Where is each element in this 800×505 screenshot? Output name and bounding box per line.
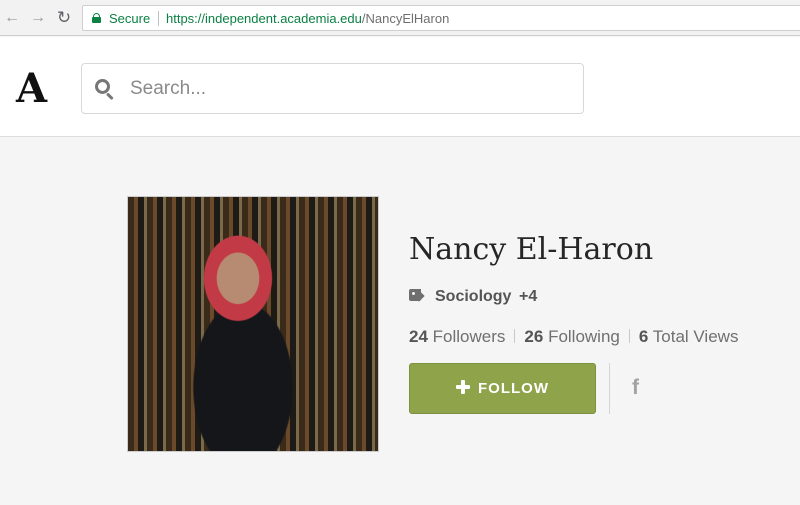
facebook-icon[interactable]: f: [632, 376, 639, 400]
site-header: A: [0, 37, 800, 137]
secure-label: Secure: [109, 11, 151, 26]
follow-button[interactable]: FOLLOW: [409, 363, 596, 414]
following-label: Following: [548, 327, 620, 346]
research-interest-link[interactable]: Sociology: [435, 288, 511, 306]
address-divider: [158, 11, 159, 26]
search-box[interactable]: [81, 63, 584, 114]
tag-icon: [409, 289, 425, 303]
url-host: https://independent.academia.edu: [166, 11, 362, 26]
profile-name: Nancy El-Haron: [409, 232, 654, 267]
stat-divider: [514, 329, 516, 343]
following-stat[interactable]: 26 Following: [524, 327, 619, 346]
views-label: Total Views: [652, 327, 739, 346]
back-arrow-icon[interactable]: ←: [2, 8, 22, 28]
lock-icon: [92, 13, 101, 23]
forward-arrow-icon[interactable]: →: [28, 8, 48, 28]
follow-label: FOLLOW: [478, 380, 549, 397]
followers-count: 24: [409, 327, 428, 346]
search-icon: [95, 79, 115, 101]
button-divider: [609, 363, 610, 414]
profile-stats: 24 Followers 26 Following 6 Total Views: [409, 327, 738, 347]
plus-icon: [456, 380, 470, 394]
following-count: 26: [524, 327, 544, 346]
url-text[interactable]: https://independent.academia.edu/NancyEl…: [166, 11, 449, 26]
profile-avatar: [127, 196, 379, 452]
views-stat: 6 Total Views: [639, 327, 739, 346]
stat-divider: [628, 329, 630, 343]
views-count: 6: [638, 327, 649, 346]
more-interests-link[interactable]: +4: [519, 288, 537, 306]
browser-toolbar: ← → ↻ Secure https://independent.academi…: [0, 0, 800, 36]
followers-stat[interactable]: 24 Followers: [409, 327, 505, 346]
followers-label: Followers: [432, 327, 506, 346]
reload-icon[interactable]: ↻: [54, 8, 74, 28]
address-bar[interactable]: Secure https://independent.academia.edu/…: [82, 5, 800, 31]
academia-logo[interactable]: A: [16, 69, 47, 109]
url-path: /NancyElHaron: [361, 11, 450, 26]
search-input[interactable]: [130, 76, 570, 102]
